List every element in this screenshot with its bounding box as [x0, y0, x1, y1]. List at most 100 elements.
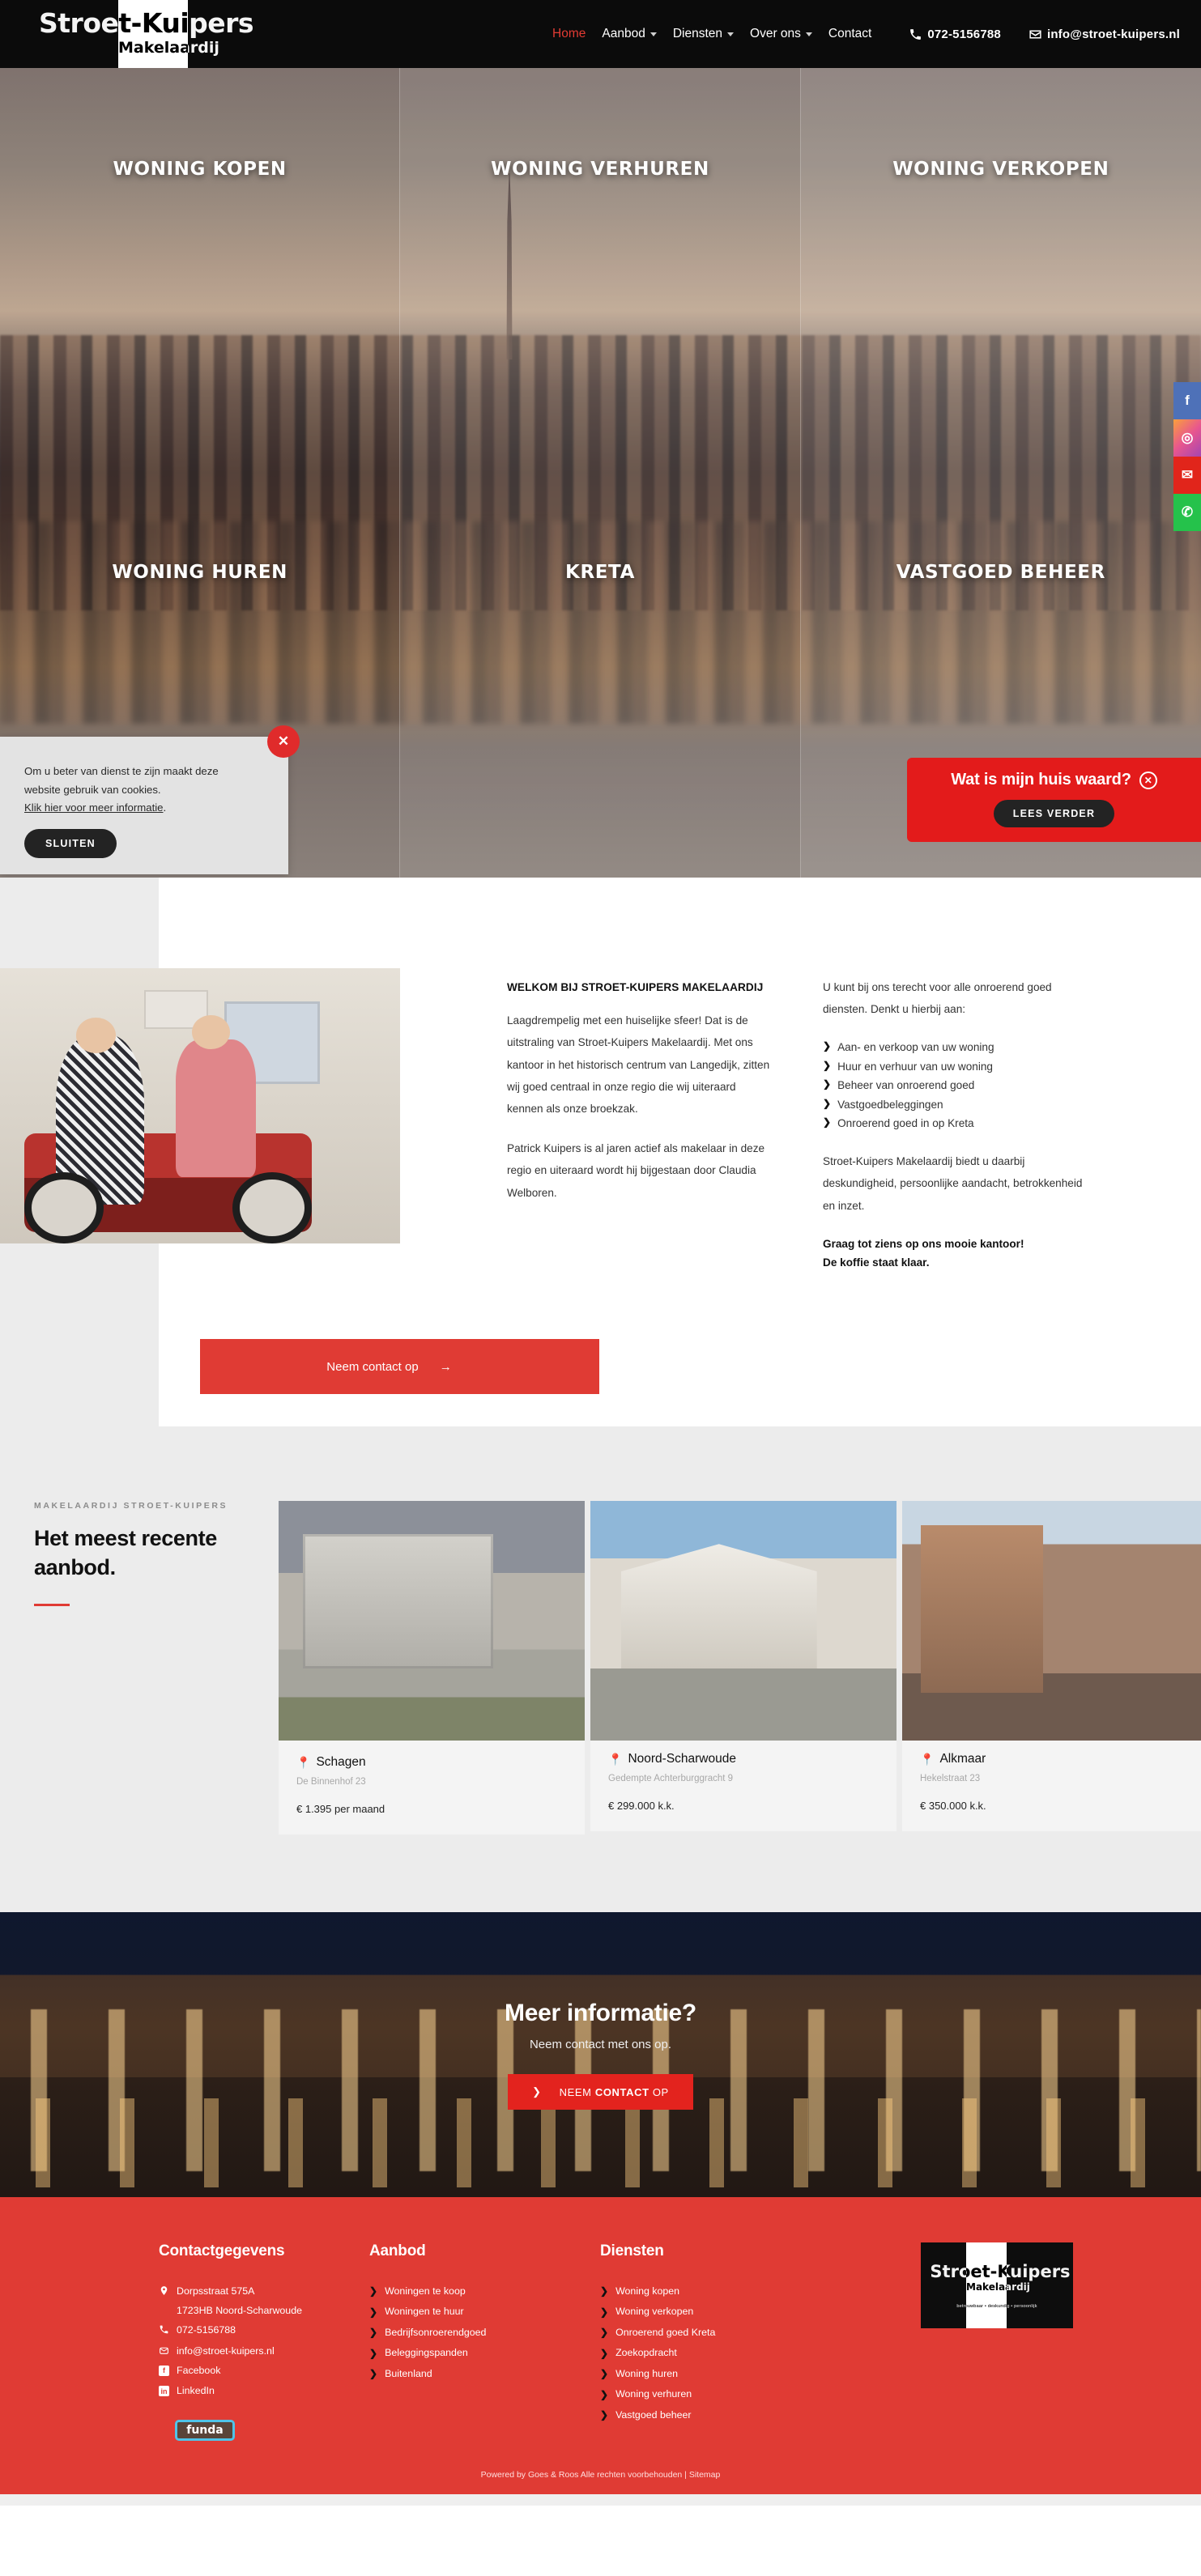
- cta-btn-bold: CONTACT: [594, 2085, 649, 2098]
- footer-diensten-link[interactable]: ❯ Woning kopen: [600, 2281, 843, 2302]
- listing-card[interactable]: 📍 Noord-Scharwoude Gedempte Achterburggr…: [590, 1501, 896, 1831]
- cta-contact-button[interactable]: ❯ NEEM CONTACT OP: [508, 2074, 693, 2110]
- hero-tile-label: WONING VERKOPEN: [892, 159, 1109, 180]
- site-logo[interactable]: Stroet-Kuipers Makelaardij: [39, 0, 282, 68]
- chevron-right-icon: ❯: [823, 1097, 832, 1109]
- whatsapp-icon[interactable]: ✆: [1173, 494, 1201, 531]
- nav-item-diensten[interactable]: Diensten: [672, 27, 735, 41]
- footer-aanbod-link[interactable]: ❯ Bedrijfsonroerendgoed: [369, 2323, 600, 2343]
- cookie-close-button[interactable]: SLUITEN: [24, 829, 117, 859]
- email-icon[interactable]: ✉: [1173, 457, 1201, 494]
- footer-aanbod-heading: Aanbod: [369, 2242, 426, 2259]
- cookie-line-1: Om u beter van dienst te zijn maakt deze: [24, 765, 219, 777]
- footer-aanbod-link[interactable]: ❯ Woningen te huur: [369, 2302, 600, 2322]
- footer-diensten-link[interactable]: ❯ Woning huren: [600, 2364, 843, 2384]
- funda-logo[interactable]: funda: [175, 2419, 235, 2441]
- neem-contact-op-button[interactable]: Neem contact op →: [200, 1339, 599, 1394]
- nav-item-contact[interactable]: Contact: [828, 27, 871, 41]
- listing-address: De Binnenhof 23: [296, 1777, 366, 1787]
- listings-title: Het meest recente aanbod.: [34, 1524, 279, 1583]
- facebook-icon[interactable]: f: [1173, 382, 1201, 419]
- footer-diensten-link[interactable]: ❯ Zoekopdracht: [600, 2343, 843, 2363]
- footer-linkedin-label: LinkedIn: [177, 2385, 215, 2397]
- header-phone-link[interactable]: 072-5156788: [909, 28, 1001, 41]
- footer-logo: Stroet-Kuipers Makelaardij betrouwbaar •…: [921, 2242, 1073, 2328]
- home-value-close-icon[interactable]: ✕: [1139, 771, 1157, 789]
- cookie-text: Om u beter van dienst te zijn maakt deze…: [0, 737, 288, 818]
- footer-aanbod-link[interactable]: ❯ Buitenland: [369, 2364, 600, 2384]
- photo-wheel-rear: [232, 1171, 313, 1243]
- footer-link-label: Woning verhuren: [615, 2388, 692, 2400]
- location-pin-icon: 📍: [920, 1752, 935, 1766]
- footer-linkedin-link[interactable]: in LinkedIn: [159, 2381, 369, 2401]
- instagram-icon[interactable]: ◎: [1173, 419, 1201, 457]
- logo-main-text: Stroet-Kuipers: [39, 7, 254, 39]
- chevron-down-icon: [727, 32, 735, 36]
- cookie-close-icon[interactable]: ✕: [267, 725, 300, 758]
- hero-tile-kreta[interactable]: KRETA: [400, 473, 801, 878]
- listing-city: Alkmaar: [939, 1752, 986, 1766]
- facebook-icon: f: [159, 2365, 169, 2376]
- listings-title-underline: [34, 1603, 70, 1606]
- neem-contact-op-label: Neem contact op: [326, 1359, 419, 1374]
- footer-diensten-link[interactable]: ❯ Woning verkopen: [600, 2302, 843, 2322]
- listing-price: € 1.395 per maand: [296, 1803, 385, 1815]
- about-left-column: WELKOM BIJ STROET-KUIPERS MAKELAARDIJ La…: [507, 976, 774, 1339]
- cta-button-label: NEEM CONTACT OP: [560, 2086, 669, 2098]
- service-item: ❯ Vastgoedbeleggingen: [823, 1095, 1090, 1114]
- footer-email: info@stroet-kuipers.nl: [177, 2344, 275, 2357]
- listing-city-row: 📍 Alkmaar: [920, 1752, 1190, 1766]
- listing-photo: [902, 1501, 1201, 1741]
- cookie-more-info-link[interactable]: Klik hier voor meer informatie: [24, 801, 164, 814]
- footer-link-label: Woningen te koop: [385, 2285, 466, 2297]
- service-label: Vastgoedbeleggingen: [837, 1098, 943, 1111]
- home-value-read-more-button[interactable]: LEES VERDER: [993, 800, 1115, 827]
- footer-contact-column: Contactgegevens Dorpsstraat 575A 1723HB …: [159, 2242, 369, 2441]
- header-phone-text: 072-5156788: [927, 27, 1001, 41]
- footer-phone-row[interactable]: 072-5156788: [159, 2320, 369, 2340]
- chevron-right-icon: ❯: [369, 2285, 378, 2298]
- listing-card[interactable]: 📍 Schagen De Binnenhof 23 € 1.395 per ma…: [279, 1501, 585, 1834]
- listing-address: Gedempte Achterburggracht 9: [608, 1774, 734, 1783]
- listing-city-row: 📍 Noord-Scharwoude: [608, 1752, 879, 1766]
- chevron-right-icon: ❯: [600, 2408, 609, 2421]
- footer-copyright: Powered by Goes & Roos Alle rechten voor…: [0, 2441, 1201, 2494]
- nav-item-over-ons[interactable]: Over ons: [750, 27, 812, 41]
- footer-link-label: Bedrijfsonroerendgoed: [385, 2326, 487, 2338]
- footer-diensten-link[interactable]: ❯ Vastgoed beheer: [600, 2405, 843, 2425]
- footer-aanbod-link[interactable]: ❯ Beleggingspanden: [369, 2343, 600, 2363]
- about-services-list: ❯ Aan- en verkoop van uw woning ❯ Huur en …: [823, 1038, 1090, 1133]
- footer-link-label: Woning kopen: [615, 2285, 680, 2297]
- listing-city: Schagen: [316, 1755, 366, 1769]
- home-value-title: Wat is mijn huis waard?: [951, 771, 1131, 789]
- footer-diensten-link[interactable]: ❯ Onroerend goed Kreta: [600, 2323, 843, 2343]
- sitemap-link[interactable]: Sitemap: [689, 2470, 721, 2480]
- nav-item-aanbod[interactable]: Aanbod: [602, 27, 657, 41]
- hero-tile-woning-verkopen[interactable]: WONING VERKOPEN: [800, 68, 1201, 473]
- listing-card[interactable]: 📍 Alkmaar Hekelstraat 23 € 350.000 k.k.: [902, 1501, 1201, 1831]
- listing-price: € 299.000 k.k.: [608, 1800, 675, 1812]
- hero-tile-woning-kopen[interactable]: WONING KOPEN: [0, 68, 401, 473]
- chevron-down-icon: [649, 32, 657, 36]
- footer-facebook-label: Facebook: [177, 2364, 221, 2376]
- nav-label: Diensten: [672, 27, 723, 40]
- footer-link-label: Woningen te huur: [385, 2306, 464, 2318]
- social-sidebar: f ◎ ✉ ✆: [1173, 382, 1201, 531]
- nav-label: Contact: [828, 27, 872, 40]
- service-item: ❯ Beheer van onroerend goed: [823, 1076, 1090, 1095]
- chevron-right-icon: ❯: [600, 2368, 609, 2380]
- header-email-link[interactable]: info@stroet-kuipers.nl: [1029, 28, 1180, 41]
- footer-diensten-link[interactable]: ❯ Woning verhuren: [600, 2384, 843, 2404]
- footer-address-line2: 1723HB Noord-Scharwoude: [177, 2305, 302, 2317]
- location-pin-icon: 📍: [608, 1752, 623, 1766]
- footer-aanbod-link[interactable]: ❯ Woningen te koop: [369, 2281, 600, 2302]
- nav-label: Home: [552, 27, 586, 40]
- footer-email-row[interactable]: info@stroet-kuipers.nl: [159, 2341, 369, 2361]
- hero-tile-woning-verhuren[interactable]: WONING VERHUREN: [400, 68, 801, 473]
- nav-item-home[interactable]: Home: [552, 27, 586, 41]
- about-heading: WELKOM BIJ STROET-KUIPERS MAKELAARDIJ: [507, 981, 764, 993]
- footer-facebook-link[interactable]: f Facebook: [159, 2361, 369, 2381]
- footer-link-label: Beleggingspanden: [385, 2347, 468, 2359]
- chevron-right-icon: ❯: [823, 1059, 832, 1071]
- footer-contact-heading: Contactgegevens: [159, 2242, 285, 2259]
